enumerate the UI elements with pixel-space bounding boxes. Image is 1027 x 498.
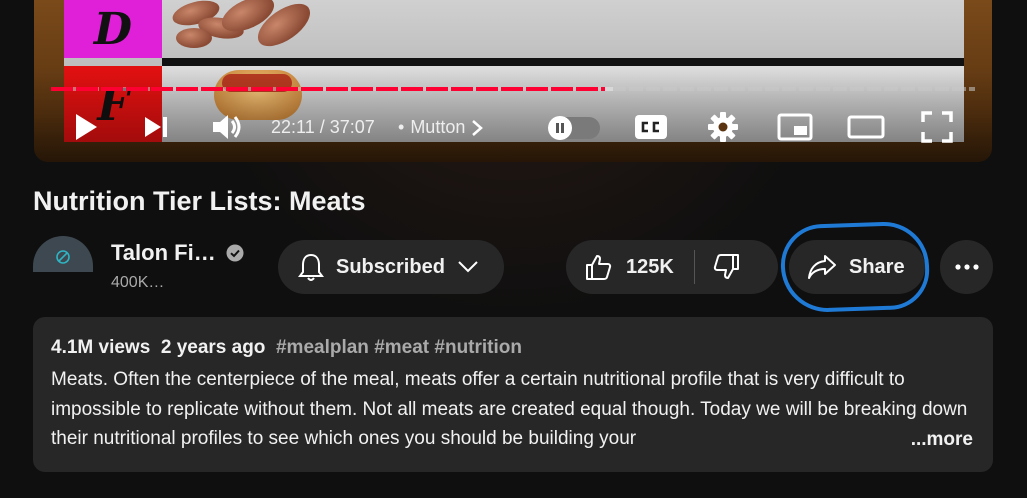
progress-scrubber[interactable]: [605, 87, 614, 91]
closed-captions-icon: [635, 115, 667, 139]
volume-icon: [213, 115, 241, 139]
bell-icon: [298, 253, 324, 281]
chevron-right-icon: [472, 119, 484, 136]
upload-age: 2 years ago: [160, 337, 266, 358]
chapter-bullet: •: [398, 117, 405, 137]
settings-button[interactable]: [706, 110, 740, 144]
progress-played: [51, 87, 606, 91]
chapter-title: Mutton: [410, 117, 466, 137]
like-dislike-divider: [693, 250, 695, 284]
video-player[interactable]: D F 22:11 / 37:07 • Mutton: [34, 0, 992, 162]
time-display: 22:11 / 37:07: [271, 117, 375, 138]
description-text: Meats. Often the centerpiece of the meal…: [51, 365, 973, 454]
fullscreen-button[interactable]: [920, 110, 954, 144]
progress-bar[interactable]: [51, 87, 975, 91]
miniplayer-icon: [777, 113, 813, 141]
fullscreen-icon: [921, 111, 953, 143]
miniplayer-button[interactable]: [776, 112, 814, 142]
video-title: Nutrition Tier Lists: Meats: [33, 186, 366, 216]
theater-mode-button[interactable]: [846, 114, 886, 140]
play-icon: [76, 114, 97, 140]
sausage-image: [176, 28, 212, 48]
current-time: 22:11: [271, 117, 315, 137]
gear-icon: [708, 112, 738, 142]
hashtags[interactable]: #mealplan #meat #nutrition: [276, 337, 522, 358]
dislike-button[interactable]: [713, 253, 741, 281]
channel-name-link[interactable]: Talon Fi…: [111, 240, 244, 266]
annotation-highlight-circle: [779, 220, 931, 314]
chevron-down-icon: [458, 261, 478, 273]
channel-name: Talon Fi…: [111, 240, 216, 265]
autoplay-knob: [548, 116, 572, 140]
more-horizontal-icon: [954, 264, 979, 270]
more-actions-button[interactable]: [940, 240, 993, 294]
view-count: 4.1M views: [51, 337, 151, 358]
subscriber-count: 400K…: [111, 274, 165, 291]
autoplay-toggle[interactable]: [548, 116, 600, 140]
verified-badge-icon: [226, 244, 244, 262]
like-button[interactable]: 125K: [584, 253, 674, 281]
tier-letter-d: D: [93, 3, 133, 55]
volume-button[interactable]: [210, 112, 244, 142]
play-button[interactable]: [72, 112, 100, 142]
tier-label-d: D: [64, 0, 162, 58]
thumbs-down-icon: [713, 254, 739, 279]
subscribed-label: Subscribed: [336, 255, 445, 278]
like-dislike-group: 125K: [566, 240, 778, 294]
next-button[interactable]: [142, 114, 170, 140]
show-more-link[interactable]: ...more: [870, 424, 973, 454]
theater-mode-icon: [847, 115, 885, 139]
description-meta: 4.1M views 2 years ago #mealplan #meat #…: [51, 337, 975, 359]
skip-next-icon: [145, 117, 167, 137]
time-separator: /: [319, 117, 325, 137]
subscribed-button[interactable]: Subscribed: [278, 240, 504, 294]
like-count: 125K: [626, 255, 674, 278]
thumbs-up-icon: [586, 255, 612, 280]
description-body: Meats. Often the centerpiece of the meal…: [51, 369, 968, 449]
captions-button[interactable]: [634, 114, 668, 140]
pause-icon: [556, 123, 564, 133]
tier-divider: [162, 58, 964, 66]
duration: 37:07: [329, 117, 375, 137]
chapter-button[interactable]: • Mutton: [398, 117, 484, 138]
description-box[interactable]: 4.1M views 2 years ago #mealplan #meat #…: [33, 317, 993, 472]
